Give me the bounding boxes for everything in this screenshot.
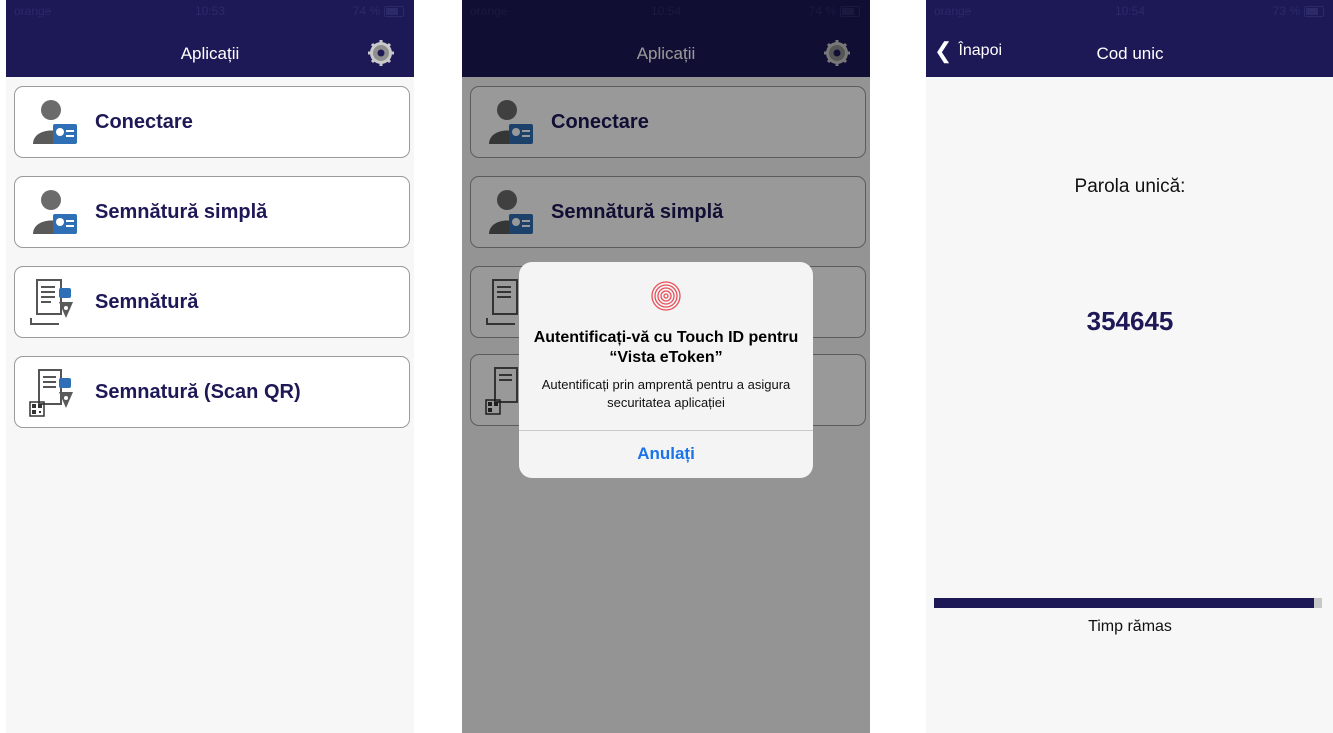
signature-scan-qr-button[interactable]: Semnatură (Scan QR) — [14, 356, 410, 428]
connect-label: Conectare — [95, 110, 193, 133]
time-left-progress-fill — [934, 598, 1315, 608]
time-left-label: Timp rămas — [1088, 618, 1172, 635]
qr-document-pen-icon — [29, 369, 73, 417]
status-bar: orange 10:54 73 % — [926, 0, 1333, 22]
signature-button[interactable]: Semnătură — [14, 266, 410, 338]
time-left-progress — [934, 598, 1322, 608]
dialog-message: Autentificați prin amprentă pentru a asi… — [541, 377, 791, 410]
battery-percent: 74 % — [352, 4, 380, 18]
battery-icon — [384, 6, 404, 17]
connect-button[interactable]: Conectare — [14, 86, 410, 158]
otp-label: Parola unică: — [1074, 176, 1186, 197]
touch-id-dialog: Autentificați-vă cu Touch ID pentru “Vis… — [519, 262, 813, 478]
page-title: Cod unic — [1096, 44, 1164, 63]
user-badge-icon — [33, 190, 77, 234]
touch-id-screen: orange 10:54 74 % Aplicații Conectare Se… — [462, 0, 870, 733]
simple-signature-label: Semnătură simplă — [95, 200, 268, 223]
apps-screen: orange 10:53 74 % Aplicații Conectare Se… — [6, 0, 414, 733]
navbar: orange 10:53 74 % Aplicații — [6, 0, 414, 77]
user-badge-icon — [33, 100, 77, 144]
battery-icon — [1304, 6, 1324, 17]
dialog-title: Autentificați-vă cu Touch ID pentru “Vis… — [533, 329, 799, 366]
battery-percent: 73 % — [1272, 4, 1300, 18]
signature-scan-qr-label: Semnatură (Scan QR) — [95, 380, 301, 403]
page-title: Aplicații — [180, 44, 240, 63]
document-pen-icon — [30, 279, 73, 325]
cancel-button[interactable]: Anulați — [519, 430, 813, 478]
otp-code: 354645 — [1086, 306, 1174, 336]
gear-icon[interactable] — [368, 40, 394, 66]
simple-signature-button[interactable]: Semnătură simplă — [14, 176, 410, 248]
fingerprint-icon — [651, 281, 681, 311]
signature-label: Semnătură — [95, 290, 199, 313]
status-bar: orange 10:53 74 % — [6, 0, 414, 22]
navbar: orange 10:54 73 % ❮ Înapoi Cod unic — [926, 0, 1333, 77]
otp-screen: orange 10:54 73 % ❮ Înapoi Cod unic Paro… — [926, 0, 1333, 733]
